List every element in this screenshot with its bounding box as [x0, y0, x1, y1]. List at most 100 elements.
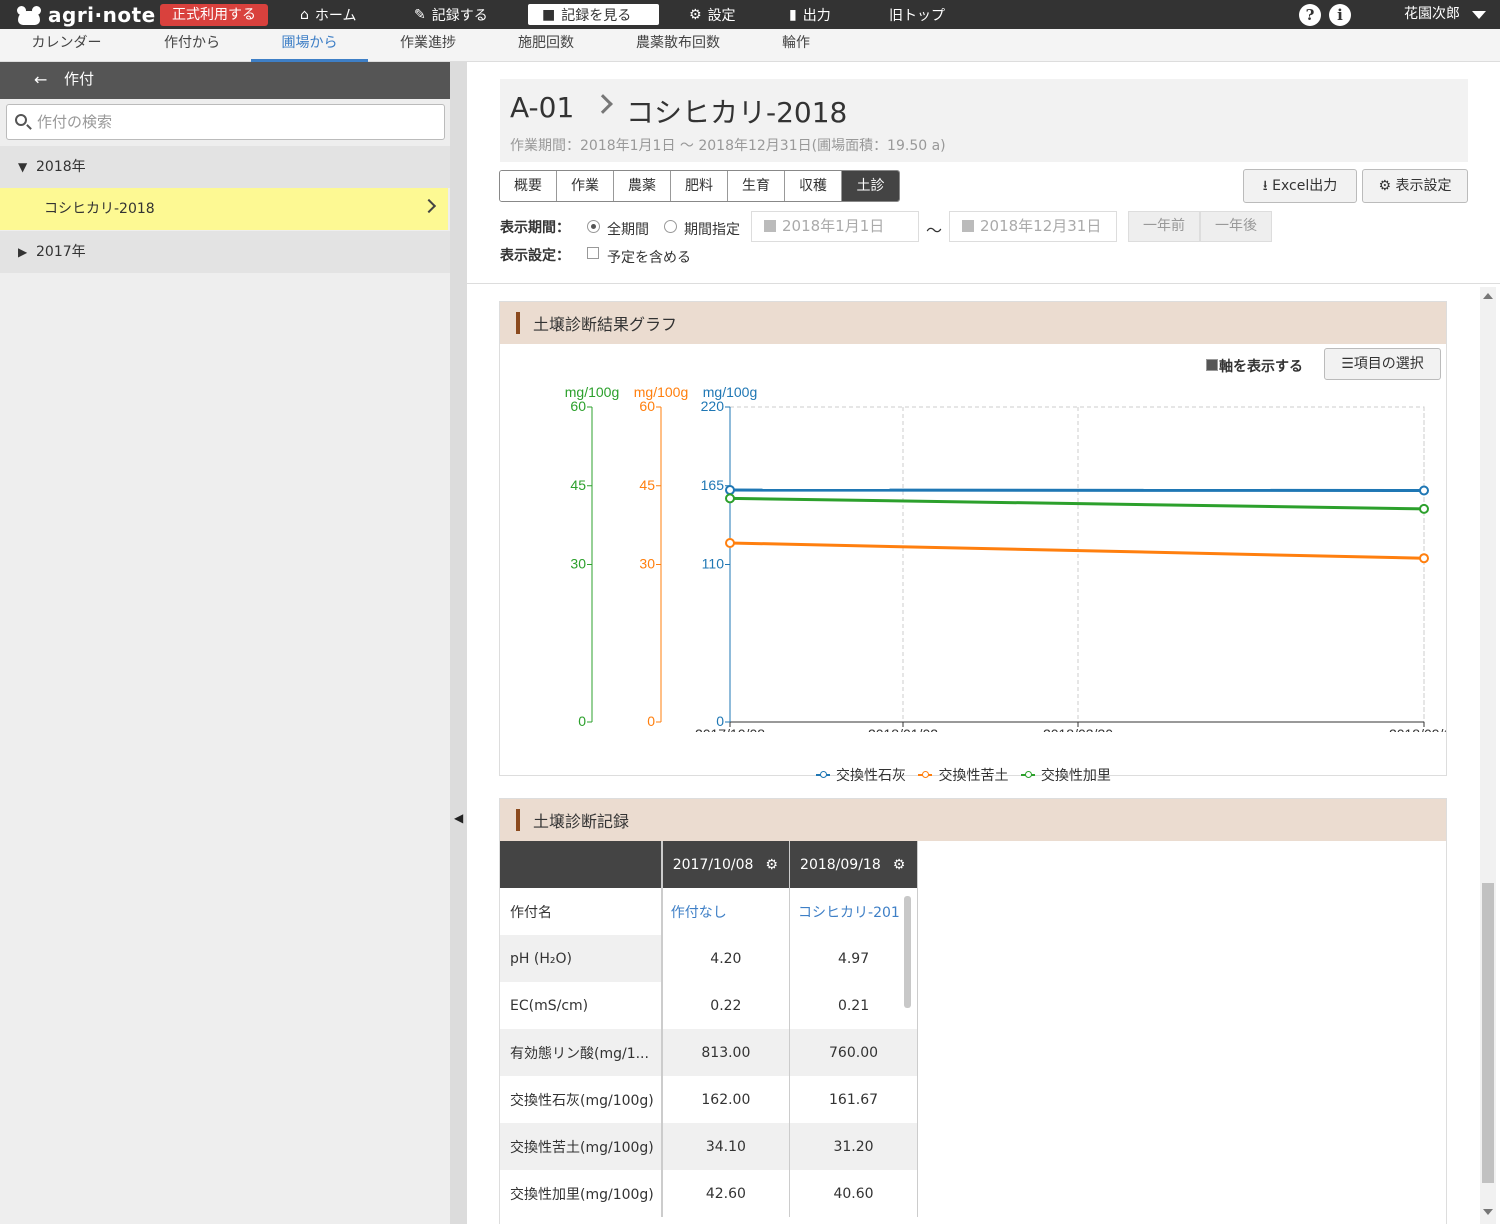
info-icon[interactable]: i: [1329, 4, 1351, 26]
cell-value: 161.67: [789, 1076, 918, 1123]
specify-period-radio[interactable]: [664, 220, 677, 233]
subtab-pesticide-count[interactable]: 農薬散布回数: [604, 29, 752, 62]
sidebar-splitter[interactable]: ◀: [450, 62, 467, 1224]
calendar-icon: [764, 220, 776, 232]
chevron-right-icon: [593, 94, 613, 114]
date-from-input[interactable]: 2018年1月1日: [751, 211, 919, 242]
subtab-progress[interactable]: 作業進捗: [368, 29, 488, 62]
sidebar-header[interactable]: ← 作付: [0, 62, 450, 99]
cell-value: 40.60: [789, 1170, 918, 1217]
gear-icon[interactable]: ⚙: [893, 857, 906, 873]
cell-value: 4.97: [789, 935, 918, 982]
crop-link[interactable]: コシヒカリ-201: [789, 888, 918, 935]
year-group-2018[interactable]: ▼ 2018年: [0, 146, 450, 188]
all-period-label[interactable]: 全期間: [607, 219, 649, 239]
tab-overview[interactable]: 概要: [500, 171, 557, 201]
nav-view-records[interactable]: ■ 記録を見る: [528, 4, 659, 25]
crop-item-selected[interactable]: コシヒカリ-2018: [0, 188, 448, 230]
tab-pesticide[interactable]: 農薬: [614, 171, 671, 201]
search-input[interactable]: [37, 111, 437, 133]
tab-harvest[interactable]: 収穫: [785, 171, 842, 201]
crop-link[interactable]: 作付なし: [661, 888, 791, 935]
field-name: A-01: [510, 91, 575, 124]
cell-value: 162.00: [661, 1076, 791, 1123]
crop-search[interactable]: [6, 104, 445, 140]
user-menu[interactable]: 花園次郎: [1404, 0, 1460, 29]
soil-chart: 2017/10/08 2018/01/02 2018/03/30 2018/09/18…: [565, 384, 1446, 732]
y-tick-label: 220: [701, 398, 725, 414]
subtab-fertilizer-count[interactable]: 施肥回数: [488, 29, 604, 62]
record-panel-header: 土壌診断記録: [500, 799, 1446, 841]
x-tick-label: 2018/09/18: [1389, 726, 1446, 732]
detail-tabs: 概要 作業 農薬 肥料 生育 収穫 土診: [499, 170, 900, 202]
legend-item[interactable]: 交換性苦土: [918, 765, 1008, 785]
y-tick-label: 110: [702, 556, 725, 572]
nav-old-top[interactable]: 旧トップ: [889, 0, 945, 29]
date-to-input[interactable]: 2018年12月31日: [949, 211, 1117, 242]
data-point: [725, 493, 735, 504]
display-settings-button[interactable]: ⚙ 表示設定: [1362, 169, 1468, 203]
cell-value: 0.21: [789, 982, 918, 1029]
plot-frame: [729, 406, 1425, 723]
subtab-rotation[interactable]: 輪作: [752, 29, 840, 62]
download-icon: ⭳: [1262, 178, 1268, 194]
nav-record[interactable]: ✎ 記録する: [414, 0, 488, 29]
search-icon: [15, 114, 27, 126]
soil-record-panel: 土壌診断記録 2017/10/08 ⚙ 2018/09/18 ⚙ 作付名 作付なし …: [499, 798, 1447, 1224]
gear-icon: ⚙: [1378, 178, 1392, 194]
y-tick-label: 0: [578, 713, 586, 729]
row-label: 交換性加里(mg/100g): [500, 1170, 663, 1217]
scroll-up-icon[interactable]: [1483, 293, 1493, 299]
data-point: [1419, 485, 1429, 496]
year-group-2017[interactable]: ▶ 2017年: [0, 231, 450, 273]
tab-growth[interactable]: 生育: [728, 171, 785, 201]
cell-value: 0.22: [661, 982, 791, 1029]
excel-export-button[interactable]: ⭳ Excel出力: [1243, 169, 1357, 203]
legend-item[interactable]: 交換性石灰: [816, 765, 906, 785]
y-tick-label: 0: [716, 713, 724, 729]
next-year-button[interactable]: 一年後: [1200, 211, 1272, 242]
subscribe-button[interactable]: 正式利用する: [160, 4, 268, 26]
main-scrollbar[interactable]: [1480, 287, 1496, 1224]
back-arrow-icon[interactable]: ←: [34, 62, 47, 97]
file-icon: ▮: [789, 6, 797, 23]
chevron-down-icon[interactable]: [1472, 11, 1486, 19]
table-row: pH (H₂O) 4.20 4.97: [500, 935, 918, 982]
nav-settings[interactable]: ⚙ 設定: [689, 0, 736, 29]
scrollbar-thumb[interactable]: [1482, 883, 1494, 1183]
row-label: EC(mS/cm): [500, 982, 663, 1029]
y-tick-label: 60: [570, 398, 586, 414]
app-logo[interactable]: agri·note: [16, 2, 156, 27]
pencil-icon: ✎: [414, 6, 426, 23]
data-point: [1419, 503, 1429, 514]
help-icon[interactable]: ?: [1299, 4, 1321, 26]
legend-item[interactable]: 交換性加里: [1020, 765, 1111, 785]
subtab-calendar[interactable]: カレンダー: [0, 29, 133, 62]
specify-period-label[interactable]: 期間指定: [684, 219, 740, 239]
tab-soil-diagnosis[interactable]: 土診: [842, 171, 899, 201]
display-period-label: 表示期間：: [500, 220, 570, 236]
column-header[interactable]: 2018/09/18 ⚙: [789, 841, 918, 888]
subtab-by-crop[interactable]: 作付から: [133, 29, 251, 62]
table-scrollbar[interactable]: [904, 896, 911, 1008]
prev-year-button[interactable]: 一年前: [1128, 211, 1200, 242]
calendar-icon: [962, 220, 974, 232]
include-plan-checkbox[interactable]: [587, 247, 599, 259]
tab-fertilizer[interactable]: 肥料: [671, 171, 728, 201]
gear-icon[interactable]: ⚙: [765, 857, 778, 873]
x-tick-label: 2018/03/30: [1043, 726, 1113, 732]
data-point: [1419, 553, 1429, 564]
tab-work[interactable]: 作業: [557, 171, 614, 201]
row-label: pH (H₂O): [500, 935, 663, 982]
nav-output[interactable]: ▮ 出力: [789, 0, 831, 29]
scroll-down-icon[interactable]: [1483, 1209, 1493, 1215]
collapse-sidebar-icon[interactable]: ◀: [454, 811, 463, 825]
column-header[interactable]: 2017/10/08 ⚙: [661, 841, 791, 888]
include-plan-label[interactable]: 予定を含める: [607, 247, 691, 267]
header-accent-bar: [516, 809, 520, 831]
subtab-by-field[interactable]: 圃場から: [251, 29, 368, 62]
all-period-radio[interactable]: [587, 220, 600, 233]
nav-home[interactable]: ⌂ ホーム: [300, 0, 356, 29]
series-line: [729, 541, 1425, 560]
page-title: コシヒカリ-2018: [626, 96, 848, 129]
